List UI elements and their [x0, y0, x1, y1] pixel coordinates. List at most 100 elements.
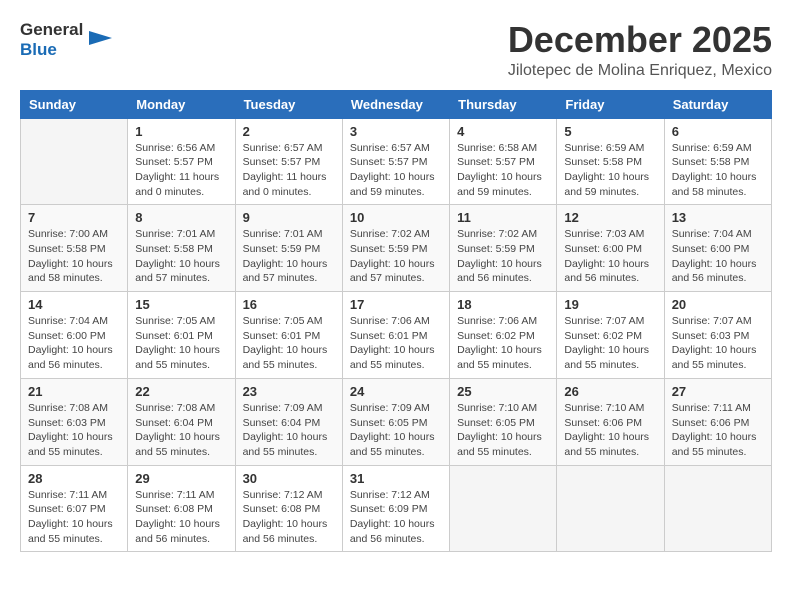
day-number: 5	[564, 124, 656, 139]
day-info: Sunrise: 7:11 AMSunset: 6:08 PMDaylight:…	[135, 488, 227, 547]
calendar-cell: 18 Sunrise: 7:06 AMSunset: 6:02 PMDayligh…	[450, 292, 557, 379]
day-info: Sunrise: 7:06 AMSunset: 6:01 PMDaylight:…	[350, 314, 442, 373]
calendar-cell: 12 Sunrise: 7:03 AMSunset: 6:00 PMDayligh…	[557, 205, 664, 292]
calendar-cell: 15Sunrise: 7:05 AMSunset: 6:01 PMDayligh…	[128, 292, 235, 379]
calendar-cell: 1Sunrise: 6:56 AMSunset: 5:57 PMDaylight…	[128, 118, 235, 205]
day-info: Sunrise: 7:01 AMSunset: 5:59 PMDaylight:…	[243, 227, 335, 286]
calendar-cell	[450, 465, 557, 552]
day-number: 3	[350, 124, 442, 139]
day-info: Sunrise: 7:09 AMSunset: 6:05 PMDaylight:…	[350, 401, 442, 460]
calendar-cell: 4Sunrise: 6:58 AMSunset: 5:57 PMDaylight…	[450, 118, 557, 205]
calendar-cell: 19 Sunrise: 7:07 AMSunset: 6:02 PMDayligh…	[557, 292, 664, 379]
calendar-cell	[21, 118, 128, 205]
day-info: Sunrise: 7:11 AMSunset: 6:07 PMDaylight:…	[28, 488, 120, 547]
calendar-cell: 10Sunrise: 7:02 AMSunset: 5:59 PMDayligh…	[342, 205, 449, 292]
day-info: Sunrise: 7:09 AMSunset: 6:04 PMDaylight:…	[243, 401, 335, 460]
calendar-week-row: 7 Sunrise: 7:00 AMSunset: 5:58 PMDaylight…	[21, 205, 772, 292]
calendar-cell: 28Sunrise: 7:11 AMSunset: 6:07 PMDayligh…	[21, 465, 128, 552]
weekday-header-sunday: Sunday	[21, 90, 128, 118]
weekday-header-thursday: Thursday	[450, 90, 557, 118]
day-number: 31	[350, 471, 442, 486]
weekday-header-monday: Monday	[128, 90, 235, 118]
calendar-week-row: 21 Sunrise: 7:08 AMSunset: 6:03 PMDayligh…	[21, 378, 772, 465]
day-number: 8	[135, 210, 227, 225]
day-info: Sunrise: 7:06 AMSunset: 6:02 PMDaylight:…	[457, 314, 549, 373]
calendar-cell: 9 Sunrise: 7:01 AMSunset: 5:59 PMDaylight…	[235, 205, 342, 292]
day-info: Sunrise: 7:01 AMSunset: 5:58 PMDaylight:…	[135, 227, 227, 286]
day-info: Sunrise: 7:07 AMSunset: 6:02 PMDaylight:…	[564, 314, 656, 373]
day-number: 24	[350, 384, 442, 399]
day-info: Sunrise: 7:00 AMSunset: 5:58 PMDaylight:…	[28, 227, 120, 286]
day-info: Sunrise: 6:59 AMSunset: 5:58 PMDaylight:…	[672, 141, 764, 200]
day-info: Sunrise: 6:58 AMSunset: 5:57 PMDaylight:…	[457, 141, 549, 200]
day-info: Sunrise: 7:12 AMSunset: 6:08 PMDaylight:…	[243, 488, 335, 547]
day-info: Sunrise: 6:57 AMSunset: 5:57 PMDaylight:…	[243, 141, 335, 200]
day-number: 13	[672, 210, 764, 225]
month-title: December 2025	[508, 20, 772, 60]
day-number: 19	[564, 297, 656, 312]
day-info: Sunrise: 7:07 AMSunset: 6:03 PMDaylight:…	[672, 314, 764, 373]
day-number: 10	[350, 210, 442, 225]
day-number: 11	[457, 210, 549, 225]
weekday-header-friday: Friday	[557, 90, 664, 118]
day-number: 6	[672, 124, 764, 139]
calendar-cell: 5Sunrise: 6:59 AMSunset: 5:58 PMDaylight…	[557, 118, 664, 205]
day-number: 20	[672, 297, 764, 312]
calendar-cell: 23 Sunrise: 7:09 AMSunset: 6:04 PMDayligh…	[235, 378, 342, 465]
day-info: Sunrise: 7:10 AMSunset: 6:06 PMDaylight:…	[564, 401, 656, 460]
day-info: Sunrise: 7:03 AMSunset: 6:00 PMDaylight:…	[564, 227, 656, 286]
day-info: Sunrise: 7:08 AMSunset: 6:04 PMDaylight:…	[135, 401, 227, 460]
calendar-cell: 7 Sunrise: 7:00 AMSunset: 5:58 PMDaylight…	[21, 205, 128, 292]
day-number: 29	[135, 471, 227, 486]
day-info: Sunrise: 7:05 AMSunset: 6:01 PMDaylight:…	[135, 314, 227, 373]
day-number: 17	[350, 297, 442, 312]
calendar-header-row: SundayMondayTuesdayWednesdayThursdayFrid…	[21, 90, 772, 118]
calendar-cell: 24 Sunrise: 7:09 AMSunset: 6:05 PMDayligh…	[342, 378, 449, 465]
logo-general-text: General	[20, 20, 83, 39]
day-number: 18	[457, 297, 549, 312]
calendar-week-row: 1Sunrise: 6:56 AMSunset: 5:57 PMDaylight…	[21, 118, 772, 205]
day-number: 1	[135, 124, 227, 139]
calendar-cell: 13 Sunrise: 7:04 AMSunset: 6:00 PMDayligh…	[664, 205, 771, 292]
day-number: 12	[564, 210, 656, 225]
weekday-header-wednesday: Wednesday	[342, 90, 449, 118]
calendar-cell: 14Sunrise: 7:04 AMSunset: 6:00 PMDayligh…	[21, 292, 128, 379]
calendar-cell: 8 Sunrise: 7:01 AMSunset: 5:58 PMDaylight…	[128, 205, 235, 292]
day-info: Sunrise: 7:10 AMSunset: 6:05 PMDaylight:…	[457, 401, 549, 460]
calendar-cell: 11Sunrise: 7:02 AMSunset: 5:59 PMDayligh…	[450, 205, 557, 292]
day-info: Sunrise: 7:04 AMSunset: 6:00 PMDaylight:…	[28, 314, 120, 373]
day-info: Sunrise: 6:57 AMSunset: 5:57 PMDaylight:…	[350, 141, 442, 200]
calendar-cell	[557, 465, 664, 552]
calendar-cell: 20 Sunrise: 7:07 AMSunset: 6:03 PMDayligh…	[664, 292, 771, 379]
day-number: 27	[672, 384, 764, 399]
calendar-week-row: 28Sunrise: 7:11 AMSunset: 6:07 PMDayligh…	[21, 465, 772, 552]
calendar-cell: 17 Sunrise: 7:06 AMSunset: 6:01 PMDayligh…	[342, 292, 449, 379]
location-title: Jilotepec de Molina Enriquez, Mexico	[508, 62, 772, 80]
day-number: 25	[457, 384, 549, 399]
day-info: Sunrise: 7:08 AMSunset: 6:03 PMDaylight:…	[28, 401, 120, 460]
day-number: 7	[28, 210, 120, 225]
calendar-cell: 2 Sunrise: 6:57 AMSunset: 5:57 PMDaylight…	[235, 118, 342, 205]
calendar-table: SundayMondayTuesdayWednesdayThursdayFrid…	[20, 90, 772, 553]
logo-area: General Blue	[20, 20, 114, 60]
logo-blue-text: Blue	[20, 40, 57, 59]
day-number: 16	[243, 297, 335, 312]
day-info: Sunrise: 7:12 AMSunset: 6:09 PMDaylight:…	[350, 488, 442, 547]
calendar-cell: 22Sunrise: 7:08 AMSunset: 6:04 PMDayligh…	[128, 378, 235, 465]
day-number: 21	[28, 384, 120, 399]
day-number: 23	[243, 384, 335, 399]
title-area: December 2025 Jilotepec de Molina Enriqu…	[508, 20, 772, 80]
day-info: Sunrise: 7:05 AMSunset: 6:01 PMDaylight:…	[243, 314, 335, 373]
calendar-cell: 21 Sunrise: 7:08 AMSunset: 6:03 PMDayligh…	[21, 378, 128, 465]
day-info: Sunrise: 7:11 AMSunset: 6:06 PMDaylight:…	[672, 401, 764, 460]
day-number: 9	[243, 210, 335, 225]
logo-arrow-icon	[84, 23, 114, 58]
calendar-cell: 25 Sunrise: 7:10 AMSunset: 6:05 PMDayligh…	[450, 378, 557, 465]
day-info: Sunrise: 7:04 AMSunset: 6:00 PMDaylight:…	[672, 227, 764, 286]
day-number: 2	[243, 124, 335, 139]
calendar-cell: 30 Sunrise: 7:12 AMSunset: 6:08 PMDayligh…	[235, 465, 342, 552]
calendar-cell: 31 Sunrise: 7:12 AMSunset: 6:09 PMDayligh…	[342, 465, 449, 552]
day-number: 30	[243, 471, 335, 486]
calendar-cell: 3 Sunrise: 6:57 AMSunset: 5:57 PMDaylight…	[342, 118, 449, 205]
weekday-header-tuesday: Tuesday	[235, 90, 342, 118]
